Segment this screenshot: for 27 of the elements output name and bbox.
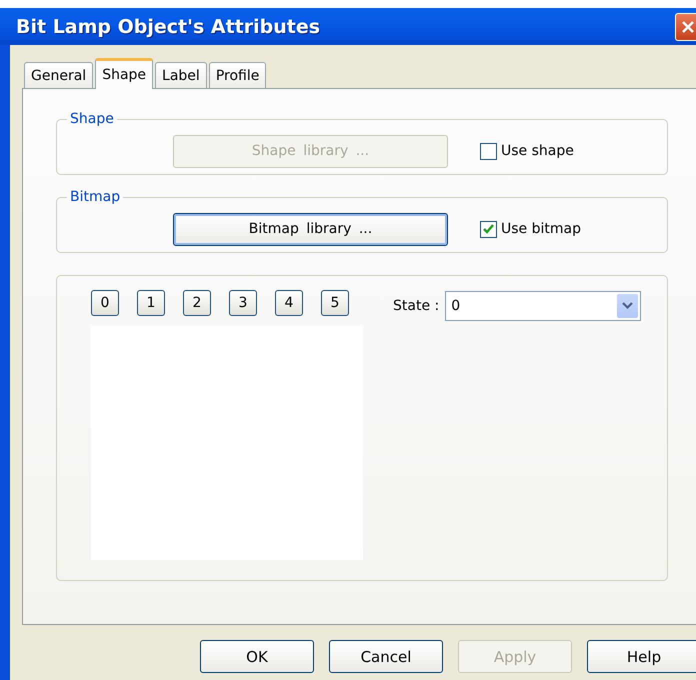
check-icon: [483, 224, 494, 234]
close-icon[interactable]: [680, 18, 696, 34]
checkbox[interactable]: [480, 142, 497, 160]
tab[interactable]: Label: [155, 62, 207, 88]
state-number-button[interactable]: 1: [137, 290, 165, 316]
state-label: State :: [393, 298, 440, 314]
state-dropdown[interactable]: 0: [445, 291, 642, 321]
chevron-icon: [622, 302, 634, 310]
checkbox[interactable]: [480, 220, 497, 238]
state-number-button[interactable]: 4: [275, 290, 303, 316]
dialog-button[interactable]: Help: [587, 640, 696, 673]
dialog-button[interactable]: OK: [200, 640, 314, 673]
window-title: Bit Lamp Object's Attributes: [16, 16, 320, 38]
checkbox-label[interactable]: Use shape: [501, 143, 574, 159]
group-title: Bitmap: [69, 189, 122, 205]
close-button[interactable]: [675, 12, 696, 40]
state-number-button[interactable]: 2: [183, 290, 211, 316]
group-title: Shape: [69, 111, 115, 127]
state-number-button[interactable]: 0: [91, 290, 119, 316]
checkbox-label[interactable]: Use bitmap: [501, 221, 581, 237]
state-number-button[interactable]: 3: [229, 290, 257, 316]
state-number-button[interactable]: 5: [321, 290, 349, 316]
dialog-button[interactable]: Cancel: [329, 640, 443, 673]
library-button[interactable]: Bitmap library ...: [173, 212, 448, 246]
tab[interactable]: General: [24, 62, 94, 88]
tab[interactable]: Shape: [95, 58, 154, 89]
tab[interactable]: Profile: [208, 62, 266, 88]
